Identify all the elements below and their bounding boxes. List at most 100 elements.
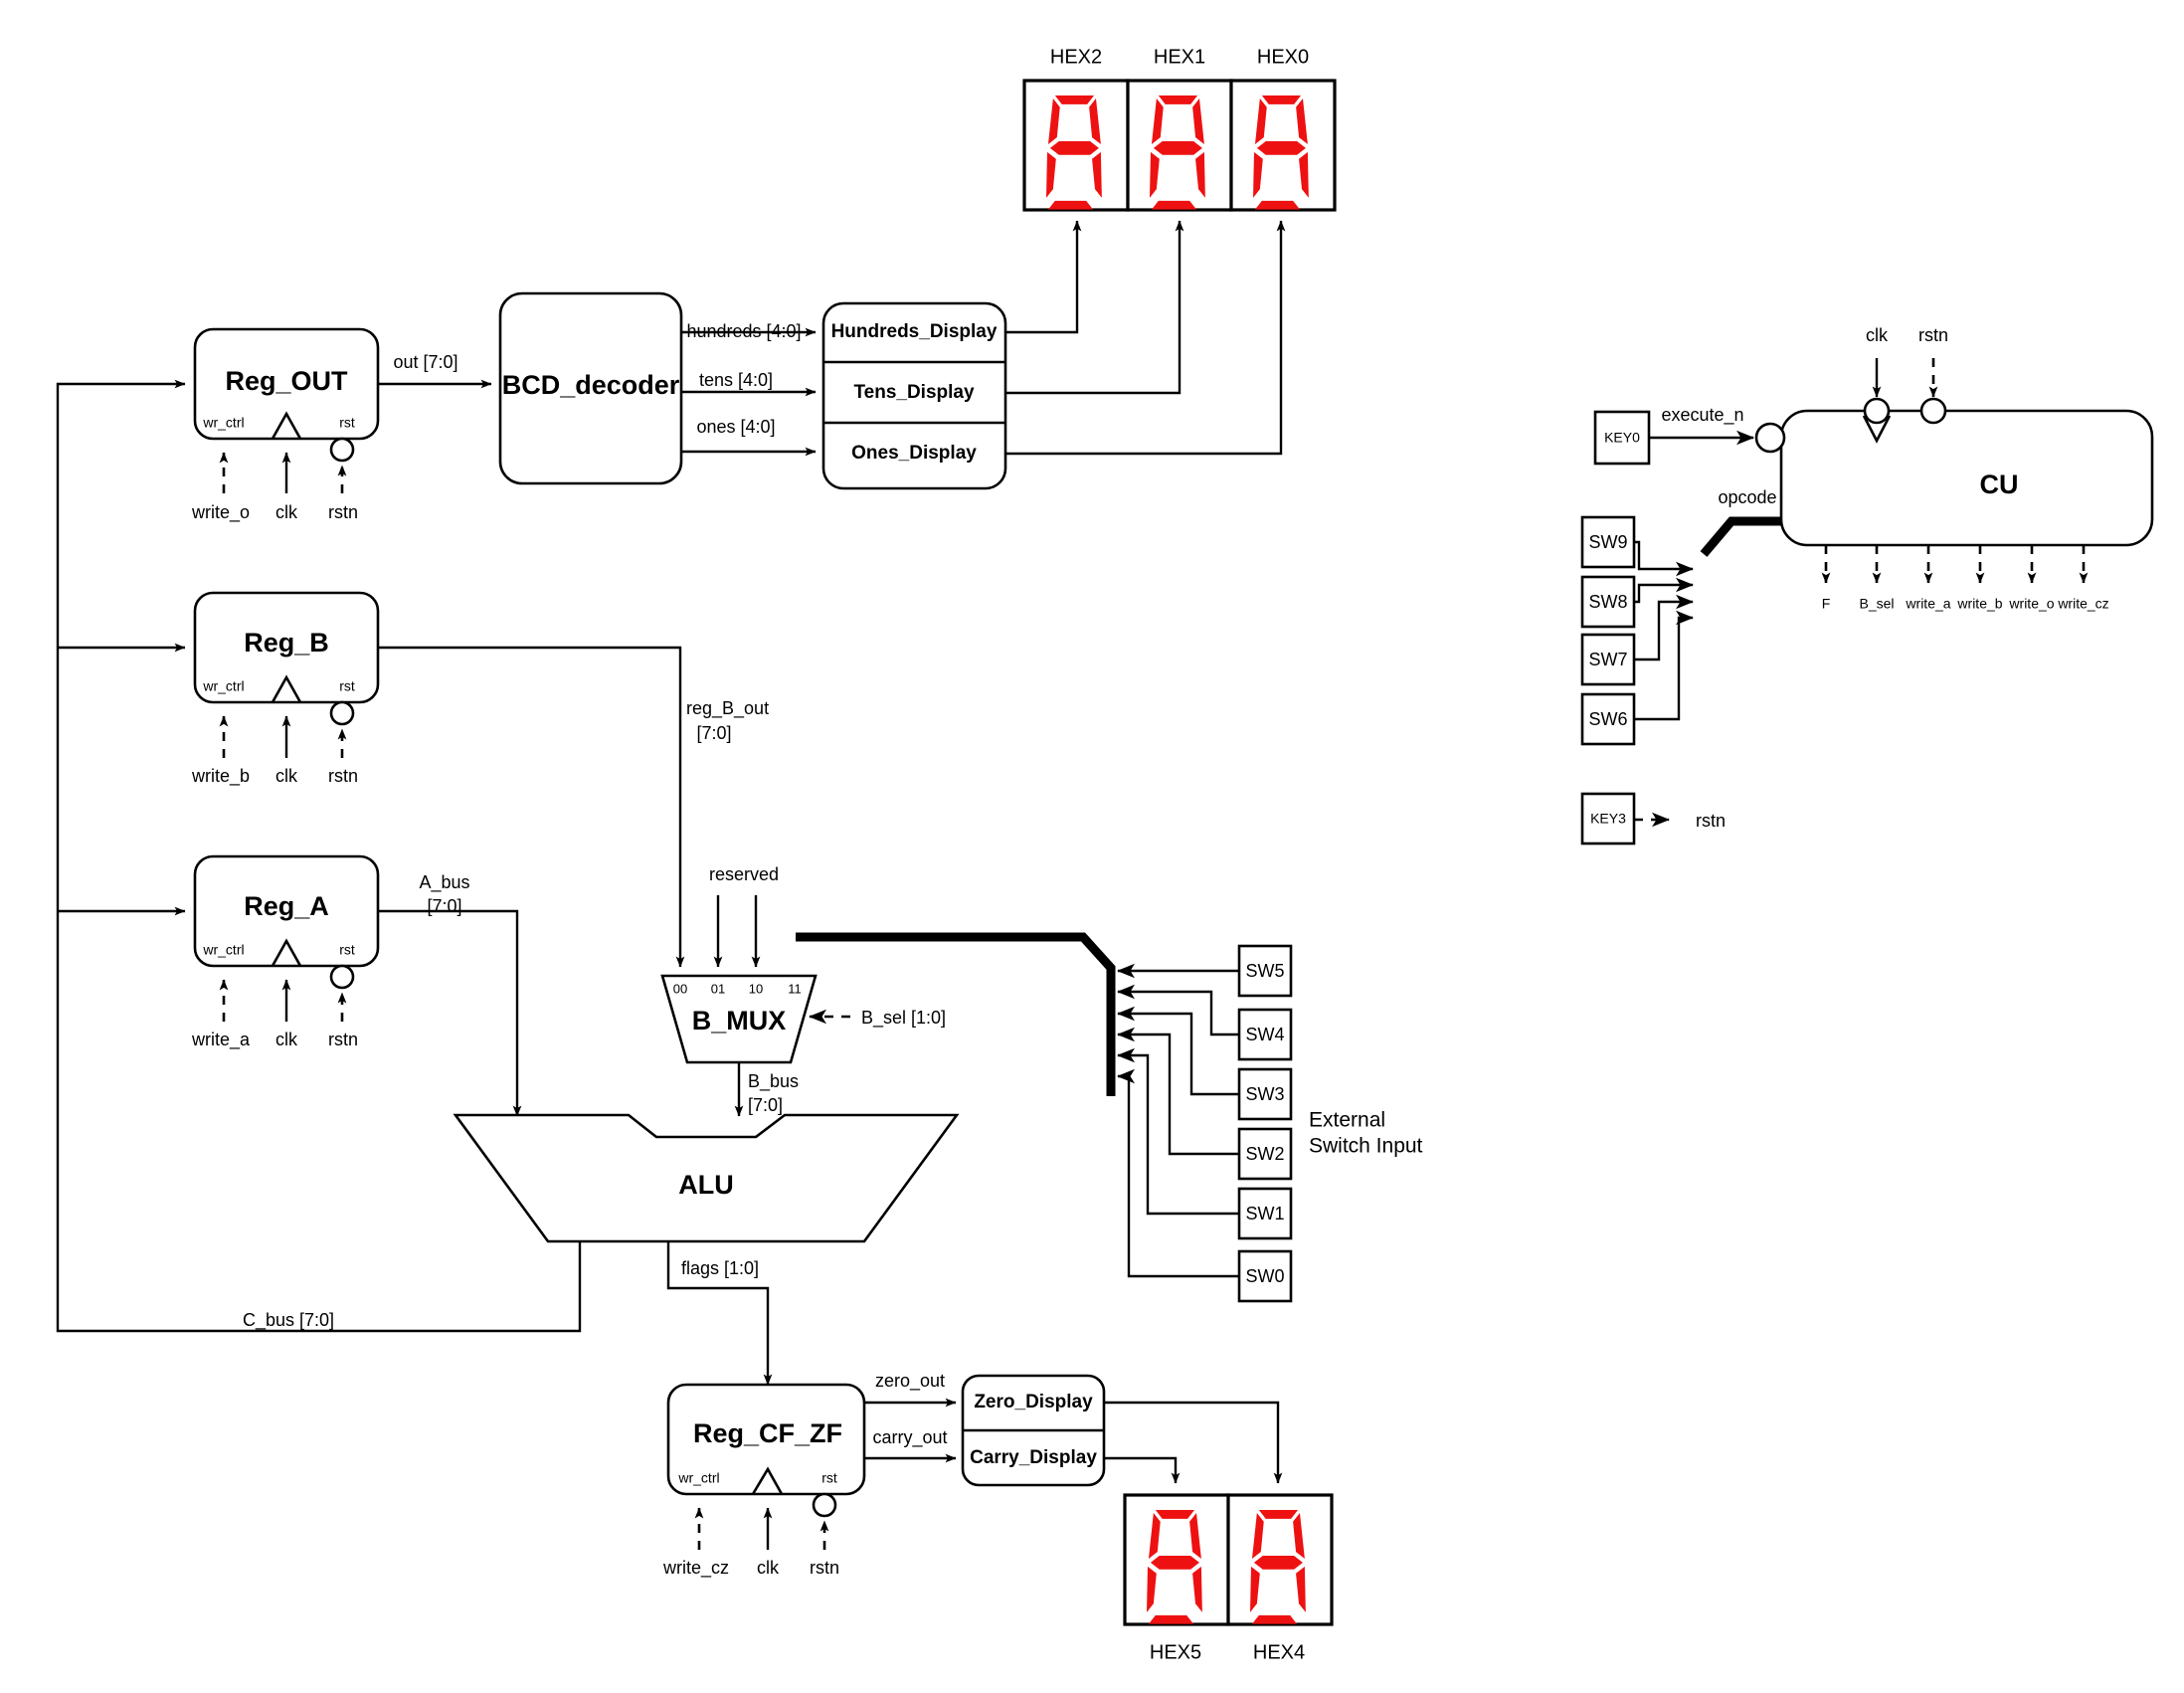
reg-cf-zf-control-wires (694, 1507, 829, 1550)
switch-sw9-label: SW9 (1588, 532, 1627, 552)
carry-out-label: carry_out (872, 1427, 947, 1448)
reg-out-write-o-label: write_o (191, 502, 250, 523)
switch-sw1-label: SW1 (1245, 1204, 1284, 1223)
external-switch-wires (1117, 963, 1239, 1278)
cu-output-write-a-label: write_a (1905, 596, 1950, 612)
key3-rstn-label: rstn (1696, 811, 1726, 831)
out-bus-label: out [7:0] (393, 352, 457, 372)
b-sel-label: B_sel [1:0] (861, 1008, 946, 1029)
hundreds-display-label: Hundreds_Display (831, 321, 998, 342)
reg-out-wrctrl-pin: wr_ctrl (202, 415, 244, 431)
reg-cf-zf-rst-bubble (812, 1492, 837, 1518)
switch-sw3-label: SW3 (1245, 1084, 1284, 1104)
external-switch-boxes[interactable] (1237, 944, 1293, 1303)
cu-output-write-b-label: write_b (1956, 596, 2002, 612)
reg-b-rst-pin: rst (339, 678, 355, 694)
a-bus-label-line2: [7:0] (427, 896, 461, 916)
hex1-label: HEX1 (1154, 46, 1205, 68)
external-switch-note-line1: External (1309, 1109, 1385, 1132)
cu-label: CU (1980, 470, 2019, 499)
reg-b-label: Reg_B (244, 628, 329, 658)
reg-b-out-wire (378, 646, 685, 968)
reg-cf-zf-wrctrl-pin: wr_ctrl (677, 1470, 719, 1486)
cu-clk-label: clk (1866, 325, 1889, 345)
zero-out-label: zero_out (875, 1371, 945, 1392)
cu-output-write-cz-label: write_cz (2057, 596, 2108, 612)
reg-a-rst-pin: rst (339, 942, 355, 958)
cu-output-wires (1821, 545, 2089, 584)
switch-sw4-label: SW4 (1245, 1025, 1284, 1044)
reg-out-rstn-label: rstn (328, 502, 358, 522)
hex0-label: HEX0 (1257, 46, 1309, 68)
switch-sw5-label: SW5 (1245, 961, 1284, 981)
b-mux-label: B_MUX (692, 1006, 787, 1035)
tens-display-label: Tens_Display (853, 382, 975, 403)
c-bus-label: C_bus [7:0] (243, 1310, 334, 1331)
block-cu[interactable] (1779, 409, 2154, 547)
reg-out-rst-pin: rst (339, 415, 355, 431)
opcode-switch-wires (1605, 540, 1694, 721)
reg-b-wrctrl-pin: wr_ctrl (202, 678, 244, 694)
execute-n-label: execute_n (1661, 405, 1743, 426)
reg-cf-zf-rstn-label: rstn (810, 1558, 839, 1578)
hex5-label: HEX5 (1150, 1641, 1201, 1663)
reg-b-rstn-label: rstn (328, 766, 358, 786)
reg-b-rst-bubble (329, 700, 355, 726)
reg-b-write-b-label: write_b (191, 766, 250, 787)
reg-a-rst-bubble (329, 964, 355, 990)
reg-b-control-wires (219, 715, 347, 758)
hex4-label: HEX4 (1253, 1641, 1305, 1663)
reg-a-control-wires (219, 979, 347, 1022)
carry-display-label: Carry_Display (970, 1447, 1097, 1468)
b-mux-sel-01: 01 (711, 981, 725, 996)
zero-display-label: Zero_Display (974, 1392, 1093, 1412)
diagram-svg: C_bus [7:0] Reg_OUT wr_ctrl rst write_o … (56, 46, 2154, 1663)
reg-cf-zf-rst-pin: rst (821, 1470, 837, 1486)
opcode-bus (1700, 516, 1781, 557)
b-mux-sel-10: 10 (749, 981, 763, 996)
cu-output-write-o-label: write_o (2008, 596, 2054, 612)
alu-label: ALU (678, 1170, 734, 1200)
switch-sw7-label: SW7 (1588, 650, 1627, 669)
flags-label: flags [1:0] (681, 1258, 759, 1278)
tens-label: tens [4:0] (699, 370, 773, 390)
switch-sw0-label: SW0 (1245, 1266, 1284, 1286)
reg-b-clk-label: clk (275, 766, 298, 786)
b-mux-sel-00: 00 (673, 981, 687, 996)
reg-out-label: Reg_OUT (225, 366, 348, 396)
reg-out-rst-bubble (329, 437, 355, 463)
ones-display-label: Ones_Display (851, 443, 977, 464)
switch-sw2-label: SW2 (1245, 1144, 1284, 1164)
reg-a-label: Reg_A (244, 891, 329, 921)
switch-sw6-label: SW6 (1588, 709, 1627, 729)
cu-output-bsel-label: B_sel (1859, 596, 1894, 612)
cu-execute-n-bubble (1754, 422, 1786, 454)
b-bus-label-line2: [7:0] (748, 1095, 783, 1115)
opcode-label: opcode (1718, 487, 1776, 507)
reg-cf-zf-write-cz-label: write_cz (662, 1558, 729, 1579)
block-diagram-canvas: C_bus [7:0] Reg_OUT wr_ctrl rst write_o … (0, 0, 2184, 1693)
key0-label: KEY0 (1604, 430, 1640, 446)
b-bus-label-line1: B_bus (748, 1071, 799, 1092)
reg-a-clk-label: clk (275, 1030, 298, 1049)
hex2-label: HEX2 (1050, 46, 1102, 68)
reg-cf-zf-label: Reg_CF_ZF (693, 1418, 842, 1448)
reserved-label: reserved (709, 864, 779, 884)
zero-carry-to-hex-wires (1104, 1401, 1283, 1484)
b-mux-sel-11: 11 (788, 981, 802, 996)
cu-rstn-label: rstn (1918, 325, 1948, 345)
bcd-decoder-label: BCD_decoder (502, 370, 680, 400)
reg-b-out-label-line2: [7:0] (696, 723, 731, 743)
reg-cf-zf-clk-label: clk (757, 1558, 780, 1578)
reg-out-control-wires (219, 452, 347, 493)
display-to-hex-wires (1005, 220, 1286, 456)
external-switch-note-line2: Switch Input (1309, 1135, 1423, 1158)
a-bus-wire (378, 909, 522, 1117)
b-mux-reserved-wires (713, 895, 761, 968)
cu-output-f-label: F (1822, 596, 1831, 612)
reg-a-write-a-label: write_a (191, 1030, 251, 1050)
hundreds-label: hundreds [4:0] (686, 321, 801, 341)
reg-out-clk-label: clk (275, 502, 298, 522)
a-bus-label-line1: A_bus (419, 872, 469, 893)
reg-b-out-label-line1: reg_B_out (686, 698, 769, 719)
